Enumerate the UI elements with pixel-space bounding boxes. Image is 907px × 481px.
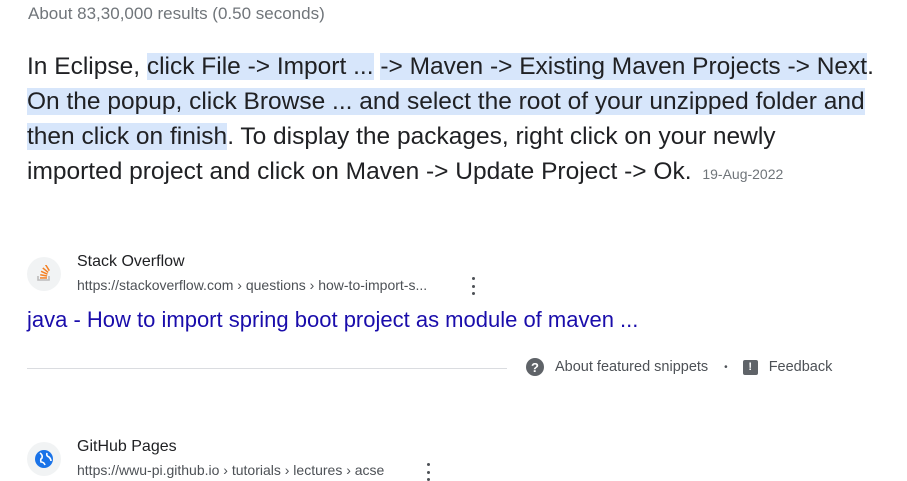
featured-snippet-text: In Eclipse, click File -> Import ... -> … [27,49,877,192]
result-url: https://stackoverflow.com › questions › … [77,277,428,293]
result-site-name: Stack Overflow [77,253,185,270]
snippet-highlight: -> Maven -> Existing Maven Projects -> N… [380,53,868,80]
more-options-icon[interactable] [468,277,478,295]
divider [27,368,507,369]
feedback-button[interactable]: ! Feedback [742,359,833,375]
globe-icon [27,442,61,476]
search-result-stats: About 83,30,000 results (0.50 seconds) [28,4,325,23]
feedback-icon: ! [742,359,758,375]
search-result-source[interactable]: GitHub Pages https://wwu-pi.github.io › … [27,438,527,481]
about-featured-snippets-label: About featured snippets [555,359,709,375]
about-featured-snippets-button[interactable]: ? About featured snippets [526,358,708,376]
more-options-icon[interactable] [423,463,433,481]
result-title-link[interactable]: java - How to import spring boot project… [27,307,638,333]
snippet-date: 19-Aug-2022 [702,166,784,182]
featured-snippet-footer: ? About featured snippets • ! Feedback [526,358,832,376]
result-url: https://wwu-pi.github.io › tutorials › l… [77,462,385,478]
separator-dot: • [724,361,728,373]
snippet-highlight: click File -> Import ... [146,53,374,80]
snippet-text-before: In Eclipse, [27,53,147,80]
result-site-name: GitHub Pages [77,438,177,455]
snippet-text-mid: . [867,53,874,80]
search-result-source[interactable]: Stack Overflow https://stackoverflow.com… [27,252,527,300]
stackoverflow-icon [27,257,61,291]
help-icon: ? [526,358,544,376]
feedback-label: Feedback [768,359,833,375]
